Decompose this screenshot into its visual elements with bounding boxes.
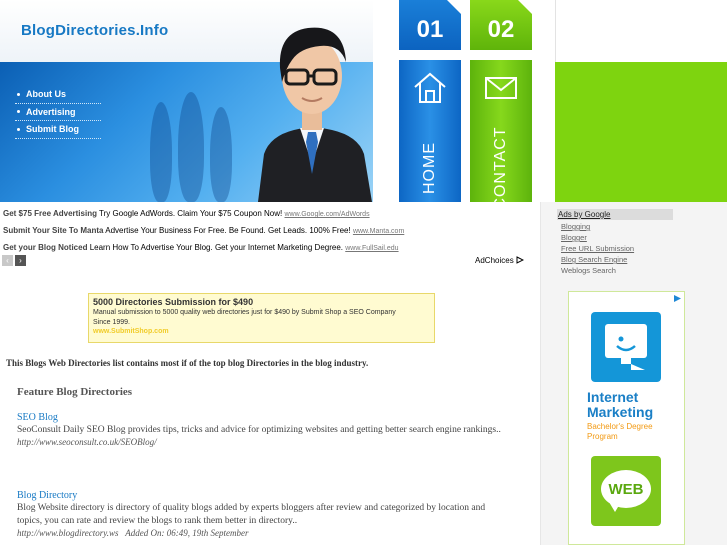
- sidebar-link-weblogs-search[interactable]: Weblogs Search: [561, 265, 634, 276]
- entry-added-date: Added On: 06:49, 19th September: [125, 528, 249, 538]
- banner-title: Internet Marketing: [587, 389, 654, 420]
- green-accent-panel: [555, 62, 727, 202]
- adchoices-link[interactable]: AdChoices: [475, 256, 525, 265]
- ad-text: Learn How To Advertise Your Blog. Get yo…: [89, 243, 344, 252]
- prev-arrow-button[interactable]: ‹: [2, 255, 13, 266]
- nav-item-submit-blog[interactable]: Submit Blog: [15, 121, 101, 139]
- sponsored-ad-title[interactable]: 5000 Directories Submission for $490: [93, 297, 430, 307]
- sidebar-link-blogging[interactable]: Blogging: [561, 221, 634, 232]
- text-ad: Submit Your Site To Manta Advertise Your…: [3, 222, 533, 239]
- sidebar-link-blog-search-engine[interactable]: Blog Search Engine: [561, 254, 634, 265]
- tab-label-contact: CONTACT: [492, 126, 509, 210]
- ad-title-link[interactable]: Submit Your Site To Manta: [3, 226, 103, 235]
- bullet-icon: [17, 110, 20, 114]
- entry-description: Blog Website directory is directory of q…: [17, 503, 486, 526]
- sidebar-link-free-url-submission[interactable]: Free URL Submission: [561, 243, 634, 254]
- ad-url-link[interactable]: www.FullSail.edu: [345, 245, 398, 252]
- entry-url: http://www.seoconsult.co.uk/SEOBlog/: [17, 437, 157, 447]
- adchoices-icon[interactable]: [673, 294, 682, 303]
- ads-by-google-link[interactable]: Ads by Google: [557, 209, 673, 220]
- section-title: Feature Blog Directories: [17, 386, 133, 398]
- bullet-icon: [17, 92, 20, 96]
- ad-pager: ‹ ›: [2, 255, 26, 266]
- directory-entry: SEO Blog SeoConsult Daily SEO Blog provi…: [17, 412, 507, 447]
- intro-text: This Blogs Web Directories list contains…: [6, 358, 369, 368]
- tab-label-home: HOME: [421, 142, 438, 194]
- house-icon: [414, 72, 446, 103]
- bullet-icon: [17, 127, 20, 131]
- sidebar-ad-links: Blogging Blogger Free URL Submission Blo…: [561, 221, 634, 276]
- nav-label: Advertising: [26, 106, 76, 117]
- envelope-icon: [485, 77, 517, 99]
- ad-title-link[interactable]: Get your Blog Noticed: [3, 243, 87, 252]
- entry-description: SeoConsult Daily SEO Blog provides tips,…: [17, 425, 501, 435]
- web-chat-icon: WEB: [591, 456, 661, 526]
- entry-title-link[interactable]: SEO Blog: [17, 412, 507, 423]
- businessman-image: [258, 27, 372, 202]
- tab-contact[interactable]: CONTACT: [470, 60, 532, 210]
- sponsored-ad-text: Manual submission to 5000 quality web di…: [93, 309, 396, 326]
- nav-label: About Us: [26, 89, 66, 100]
- sponsored-ad-box[interactable]: 5000 Directories Submission for $490 Man…: [88, 293, 435, 343]
- text-ads: Get $75 Free Advertising Try Google AdWo…: [3, 205, 533, 256]
- ad-url-link[interactable]: www.Manta.com: [353, 228, 404, 235]
- banner-subtitle: Bachelor's Degree Program: [587, 422, 653, 441]
- directory-entry: Blog Directory Blog Website directory is…: [17, 490, 507, 538]
- site-header: BlogDirectories.Info About Us Advertisin…: [0, 0, 727, 210]
- tab-number-01: 01: [399, 0, 461, 50]
- main-nav: About Us Advertising Submit Blog: [15, 86, 101, 139]
- adchoices-icon: [516, 256, 525, 264]
- sponsored-ad-url[interactable]: www.SubmitShop.com: [93, 328, 430, 335]
- tab-home[interactable]: HOME: [399, 60, 461, 202]
- entry-url: http://www.blogdirectory.ws Added On: 06…: [17, 528, 249, 538]
- ad-title-link[interactable]: Get $75 Free Advertising: [3, 209, 97, 218]
- ad-text: Try Google AdWords. Claim Your $75 Coupo…: [99, 209, 283, 218]
- entry-title-link[interactable]: Blog Directory: [17, 490, 507, 501]
- next-arrow-button[interactable]: ›: [15, 255, 26, 266]
- text-ad: Get $75 Free Advertising Try Google AdWo…: [3, 205, 533, 222]
- nav-label: Submit Blog: [26, 124, 79, 135]
- nav-item-advertising[interactable]: Advertising: [15, 104, 101, 121]
- internet-marketing-banner-ad[interactable]: Internet Marketing Bachelor's Degree Pro…: [568, 291, 685, 545]
- ad-text: Advertise Your Business For Free. Be Fou…: [105, 226, 351, 235]
- nav-item-about-us[interactable]: About Us: [15, 86, 101, 104]
- sidebar-link-blogger[interactable]: Blogger: [561, 232, 634, 243]
- tab-number-02: 02: [470, 0, 532, 50]
- smiley-monitor-icon: [591, 312, 661, 382]
- text-ad: Get your Blog Noticed Learn How To Adver…: [3, 239, 533, 256]
- site-logo[interactable]: BlogDirectories.Info: [21, 22, 168, 39]
- ad-url-link[interactable]: www.Google.com/AdWords: [285, 211, 370, 218]
